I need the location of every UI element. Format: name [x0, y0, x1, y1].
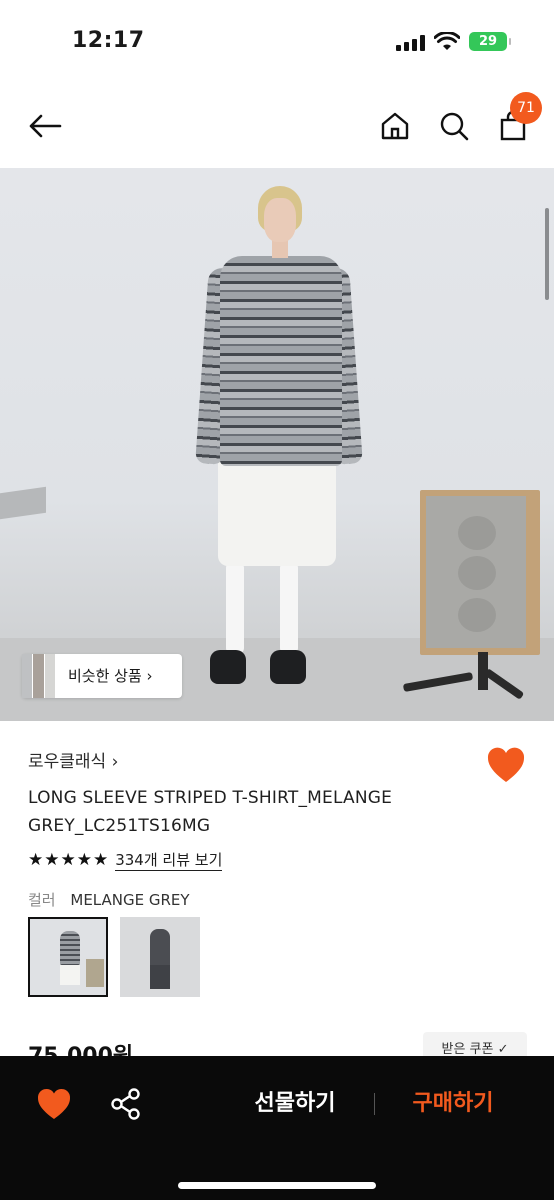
product-title: LONG SLEEVE STRIPED T-SHIRT_MELANGE GREY… — [28, 788, 393, 836]
model-figure — [195, 182, 363, 702]
status-time: 12:17 — [72, 28, 145, 53]
nav-header — [0, 84, 554, 168]
wifi-icon — [434, 32, 460, 50]
rating-row: ★★★★★ 334개 리뷰 보기 — [28, 848, 223, 872]
scroll-indicator[interactable] — [545, 208, 549, 300]
brand-link[interactable]: 로우클래식 › — [28, 750, 118, 774]
star-rating-icon: ★★★★★ — [28, 850, 110, 870]
product-hero-image[interactable] — [0, 168, 554, 721]
home-indicator — [178, 1182, 376, 1189]
color-swatch-dark-grey[interactable] — [120, 917, 200, 997]
like-heart-icon[interactable] — [36, 1086, 72, 1122]
status-bar: 12:17 29 — [0, 0, 554, 84]
back-arrow-icon[interactable] — [25, 106, 65, 146]
similar-thumbnails — [22, 654, 56, 698]
wishlist-heart-icon[interactable] — [486, 746, 526, 784]
color-label: 컬러 — [28, 891, 56, 909]
home-icon[interactable] — [375, 106, 415, 146]
gift-button[interactable]: 선물하기 — [230, 1086, 360, 1122]
similar-products-label: 비슷한 상품 › — [68, 667, 153, 685]
speaker-prop — [420, 490, 540, 655]
color-row: 컬러 MELANGE GREY — [28, 888, 190, 912]
cellular-signal-icon — [396, 35, 426, 51]
review-link[interactable]: 334개 리뷰 보기 — [115, 850, 223, 871]
buy-button[interactable]: 구매하기 — [392, 1086, 514, 1122]
color-swatch-melange-grey[interactable] — [28, 917, 108, 997]
cart-count-badge: 71 — [510, 92, 542, 124]
share-icon[interactable] — [110, 1086, 142, 1122]
divider — [374, 1093, 375, 1115]
search-icon[interactable] — [434, 106, 474, 146]
color-value: MELANGE GREY — [70, 891, 190, 909]
similar-products-button[interactable]: 비슷한 상품 › — [22, 654, 182, 698]
bottom-action-bar: 선물하기 구매하기 — [0, 1056, 554, 1200]
side-table — [0, 486, 46, 520]
battery-indicator: 29 — [469, 32, 511, 51]
